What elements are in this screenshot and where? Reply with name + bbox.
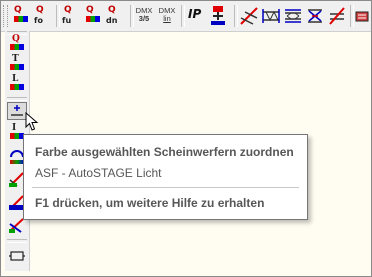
truss-stretch-icon — [285, 9, 301, 23]
ip-label: IP — [188, 7, 202, 21]
q-letter: Q — [12, 34, 20, 44]
q-label: Q — [64, 5, 72, 15]
panel-button[interactable] — [354, 4, 370, 28]
truss-rotate-button[interactable] — [304, 4, 326, 28]
q-label: Q — [108, 5, 116, 15]
truss-rotate-icon — [308, 9, 322, 23]
rgb-icon — [86, 16, 100, 22]
tooltip-title: Farbe ausgewählten Scheinwerfern zuordne… — [35, 145, 294, 159]
dmx-lin-label: DMX lin — [156, 7, 178, 23]
color-q-dn-button[interactable]: Q dn — [104, 4, 128, 28]
truss-horizontal-icon — [262, 9, 280, 23]
panel-icon — [355, 11, 369, 22]
truss-cut-icon — [240, 7, 258, 25]
rgb-icon — [10, 84, 24, 90]
dmx-lin-button[interactable]: DMX lin — [156, 4, 178, 28]
dmx-line2: lin — [163, 14, 171, 23]
mouse-cursor-icon — [25, 112, 39, 131]
q-label: Q — [36, 5, 44, 15]
rgb-icon — [10, 64, 24, 70]
tooltip: Farbe ausgewählten Scheinwerfern zuordne… — [23, 134, 308, 220]
truss-delete-icon — [329, 7, 345, 25]
color-q-fu-button[interactable]: Q fu — [60, 4, 82, 28]
l-letter: L — [12, 74, 19, 84]
assign-color-button[interactable] — [7, 102, 27, 120]
t-letter: T — [12, 54, 19, 64]
tooltip-body: ASF - AutoSTAGE Licht — [35, 166, 162, 180]
i-letter: I — [12, 123, 17, 133]
truss-stretch-button[interactable] — [282, 4, 304, 28]
color-q-button-2[interactable]: Q — [82, 4, 104, 28]
fo-label: fo — [34, 16, 43, 25]
add-fixture-button[interactable] — [207, 4, 231, 28]
ip-button[interactable]: IP — [185, 4, 207, 28]
color-q-fo-button[interactable]: Q fo — [32, 4, 54, 28]
rgb-icon — [10, 133, 24, 139]
rgb-icon — [10, 44, 24, 50]
toolbar-separator — [7, 239, 27, 243]
q-label: Q — [14, 5, 22, 15]
dmx-35-button[interactable]: DMX 3/5 — [133, 4, 155, 28]
q-label: Q — [86, 5, 94, 15]
assign-color-icon — [11, 105, 23, 116]
dn-label: dn — [106, 16, 118, 25]
frame-icon — [9, 251, 25, 261]
frame-button[interactable] — [7, 246, 27, 264]
color-t-button[interactable]: T — [7, 54, 27, 72]
dmx-line2: 3/5 — [138, 14, 150, 23]
truss-horizontal-button[interactable] — [260, 4, 282, 28]
tooltip-divider — [32, 187, 299, 188]
truss-cut-button[interactable] — [238, 4, 260, 28]
truss-delete-button[interactable] — [326, 4, 348, 28]
fixture-plus-icon — [211, 6, 225, 25]
color-l-button[interactable]: L — [7, 74, 27, 92]
dmx-35-label: DMX 3/5 — [133, 7, 155, 23]
toolbar-separator — [7, 97, 27, 101]
app-window: Q Q fo Q fu Q Q dn DMX 3/5 DMX lin IP Q … — [0, 0, 372, 277]
fu-label: fu — [62, 16, 72, 25]
top-toolbar: Q Q fo Q fu Q Q dn DMX 3/5 DMX lin IP — [1, 1, 371, 32]
toolbar-grip[interactable] — [3, 5, 8, 27]
color-q-side-button[interactable]: Q — [7, 34, 27, 52]
rgb-icon — [14, 16, 28, 22]
color-q-button[interactable]: Q — [10, 4, 32, 28]
tooltip-footer: F1 drücken, um weitere Hilfe zu erhalten — [35, 196, 265, 210]
